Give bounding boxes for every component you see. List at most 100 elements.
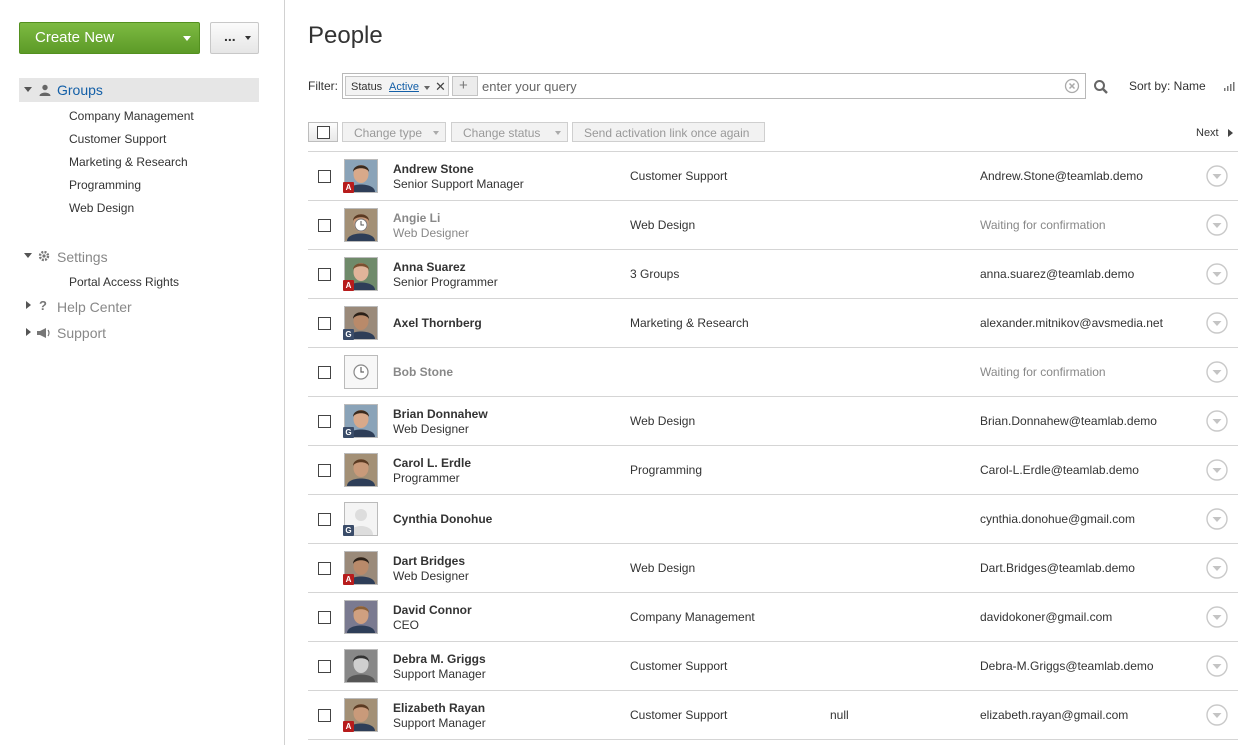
person-email[interactable]: cynthia.donohue@gmail.com xyxy=(980,512,1135,526)
sidebar-item-web-design[interactable]: Web Design xyxy=(69,201,134,215)
expand-toggle-icon[interactable] xyxy=(24,253,32,258)
person-name[interactable]: Bob Stone xyxy=(393,365,453,379)
row-actions-icon[interactable] xyxy=(1206,410,1228,432)
person-department[interactable]: Marketing & Research xyxy=(630,316,749,330)
person-department[interactable]: Web Design xyxy=(630,561,695,575)
table-row[interactable]: G Brian Donnahew Web Designer Web Design Bri… xyxy=(308,396,1238,445)
row-checkbox[interactable] xyxy=(318,170,331,183)
add-filter-button[interactable]: + xyxy=(452,76,478,96)
row-checkbox[interactable] xyxy=(318,268,331,281)
remove-filter-icon[interactable]: ✕ xyxy=(435,79,446,95)
row-checkbox[interactable] xyxy=(318,513,331,526)
person-department[interactable]: Company Management xyxy=(630,610,755,624)
more-actions-button[interactable]: ... xyxy=(210,22,259,54)
person-email[interactable]: elizabeth.rayan@gmail.com xyxy=(980,708,1128,722)
person-department[interactable]: Web Design xyxy=(630,414,695,428)
row-actions-icon[interactable] xyxy=(1206,263,1228,285)
sidebar-item-customer-support[interactable]: Customer Support xyxy=(69,132,166,146)
person-email[interactable]: Carol-L.Erdle@teamlab.demo xyxy=(980,463,1139,477)
table-row[interactable]: G Cynthia Donohue cynthia.donohue@gmail.co… xyxy=(308,494,1238,543)
sort-order-icon[interactable] xyxy=(1223,80,1235,92)
person-department[interactable]: Programming xyxy=(630,463,702,477)
person-name[interactable]: Dart Bridges xyxy=(393,554,465,568)
search-input[interactable] xyxy=(482,77,1042,95)
row-actions-icon[interactable] xyxy=(1206,655,1228,677)
person-name[interactable]: David Connor xyxy=(393,603,472,617)
person-email[interactable]: davidokoner@gmail.com xyxy=(980,610,1112,624)
table-row[interactable]: A Andrew Stone Senior Support Manager Custo… xyxy=(308,151,1238,200)
sidebar-item-marketing-research[interactable]: Marketing & Research xyxy=(69,155,188,169)
person-name[interactable]: Carol L. Erdle xyxy=(393,456,471,470)
avatar[interactable] xyxy=(344,208,378,242)
person-name[interactable]: Axel Thornberg xyxy=(393,316,482,330)
person-department[interactable]: 3 Groups xyxy=(630,267,679,281)
search-icon[interactable] xyxy=(1093,79,1109,95)
row-checkbox[interactable] xyxy=(318,611,331,624)
person-name[interactable]: Elizabeth Rayan xyxy=(393,701,485,715)
expand-toggle-icon[interactable] xyxy=(26,301,31,309)
table-row[interactable]: David Connor CEO Company Management davidok… xyxy=(308,592,1238,641)
chevron-right-icon[interactable] xyxy=(1228,129,1233,137)
table-row[interactable]: Debra M. Griggs Support Manager Customer S… xyxy=(308,641,1238,690)
row-checkbox[interactable] xyxy=(318,562,331,575)
avatar[interactable] xyxy=(344,649,378,683)
sidebar-item-help-center[interactable]: ? Help Center xyxy=(19,297,259,317)
create-new-button[interactable]: Create New xyxy=(19,22,200,54)
person-department[interactable]: Customer Support xyxy=(630,659,727,673)
select-all-checkbox[interactable] xyxy=(308,122,338,142)
row-checkbox[interactable] xyxy=(318,464,331,477)
send-activation-button[interactable]: Send activation link once again xyxy=(572,122,765,142)
filter-box[interactable]: Status Active ✕ + xyxy=(342,73,1086,99)
table-row[interactable]: Carol L. Erdle Programmer Programming Carol… xyxy=(308,445,1238,494)
sidebar-item-company-management[interactable]: Company Management xyxy=(69,109,194,123)
expand-toggle-icon[interactable] xyxy=(26,328,31,336)
row-checkbox[interactable] xyxy=(318,415,331,428)
sort-by-dropdown[interactable]: Sort by: Name xyxy=(1129,79,1206,93)
person-email[interactable]: Andrew.Stone@teamlab.demo xyxy=(980,169,1143,183)
person-email[interactable]: Brian.Donnahew@teamlab.demo xyxy=(980,414,1157,428)
table-row[interactable]: Bob Stone Waiting for confirmation xyxy=(308,347,1238,396)
chevron-down-icon[interactable] xyxy=(424,86,430,90)
sidebar-item-groups[interactable]: Groups xyxy=(19,78,259,102)
avatar[interactable] xyxy=(344,355,378,389)
sidebar-item-programming[interactable]: Programming xyxy=(69,178,141,192)
person-name[interactable]: Brian Donnahew xyxy=(393,407,488,421)
row-checkbox[interactable] xyxy=(318,366,331,379)
row-actions-icon[interactable] xyxy=(1206,704,1228,726)
next-page-link[interactable]: Next xyxy=(1196,127,1219,139)
sidebar-item-portal-access-rights[interactable]: Portal Access Rights xyxy=(69,275,179,289)
person-name[interactable]: Cynthia Donohue xyxy=(393,512,492,526)
person-name[interactable]: Anna Suarez xyxy=(393,260,466,274)
row-actions-icon[interactable] xyxy=(1206,508,1228,530)
clear-search-icon[interactable] xyxy=(1064,78,1080,94)
expand-toggle-icon[interactable] xyxy=(24,87,32,92)
row-checkbox[interactable] xyxy=(318,709,331,722)
table-row[interactable]: Angie Li Web Designer Web Design Waiting fo… xyxy=(308,200,1238,249)
row-actions-icon[interactable] xyxy=(1206,165,1228,187)
person-email[interactable]: anna.suarez@teamlab.demo xyxy=(980,267,1134,281)
person-name[interactable]: Angie Li xyxy=(393,211,440,225)
table-row[interactable]: G Axel Thornberg Marketing & Research alexa… xyxy=(308,298,1238,347)
avatar[interactable] xyxy=(344,600,378,634)
person-department[interactable]: Customer Support xyxy=(630,708,727,722)
row-actions-icon[interactable] xyxy=(1206,459,1228,481)
table-row[interactable]: A Elizabeth Rayan Support Manager Customer … xyxy=(308,690,1238,740)
row-actions-icon[interactable] xyxy=(1206,361,1228,383)
person-email[interactable]: alexander.mitnikov@avsmedia.net xyxy=(980,316,1163,330)
sidebar-item-support[interactable]: Support xyxy=(19,323,259,343)
row-actions-icon[interactable] xyxy=(1206,557,1228,579)
row-actions-icon[interactable] xyxy=(1206,606,1228,628)
row-checkbox[interactable] xyxy=(318,660,331,673)
person-name[interactable]: Debra M. Griggs xyxy=(393,652,486,666)
avatar[interactable] xyxy=(344,453,378,487)
change-status-button[interactable]: Change status xyxy=(451,122,568,142)
person-email[interactable]: Dart.Bridges@teamlab.demo xyxy=(980,561,1135,575)
table-row[interactable]: A Anna Suarez Senior Programmer 3 Groups ann… xyxy=(308,249,1238,298)
person-department[interactable]: Web Design xyxy=(630,218,695,232)
sidebar-item-settings[interactable]: Settings xyxy=(19,247,259,267)
row-checkbox[interactable] xyxy=(318,219,331,232)
row-actions-icon[interactable] xyxy=(1206,214,1228,236)
status-filter-chip[interactable]: Status Active ✕ xyxy=(345,76,449,96)
change-type-button[interactable]: Change type xyxy=(342,122,446,142)
row-actions-icon[interactable] xyxy=(1206,312,1228,334)
